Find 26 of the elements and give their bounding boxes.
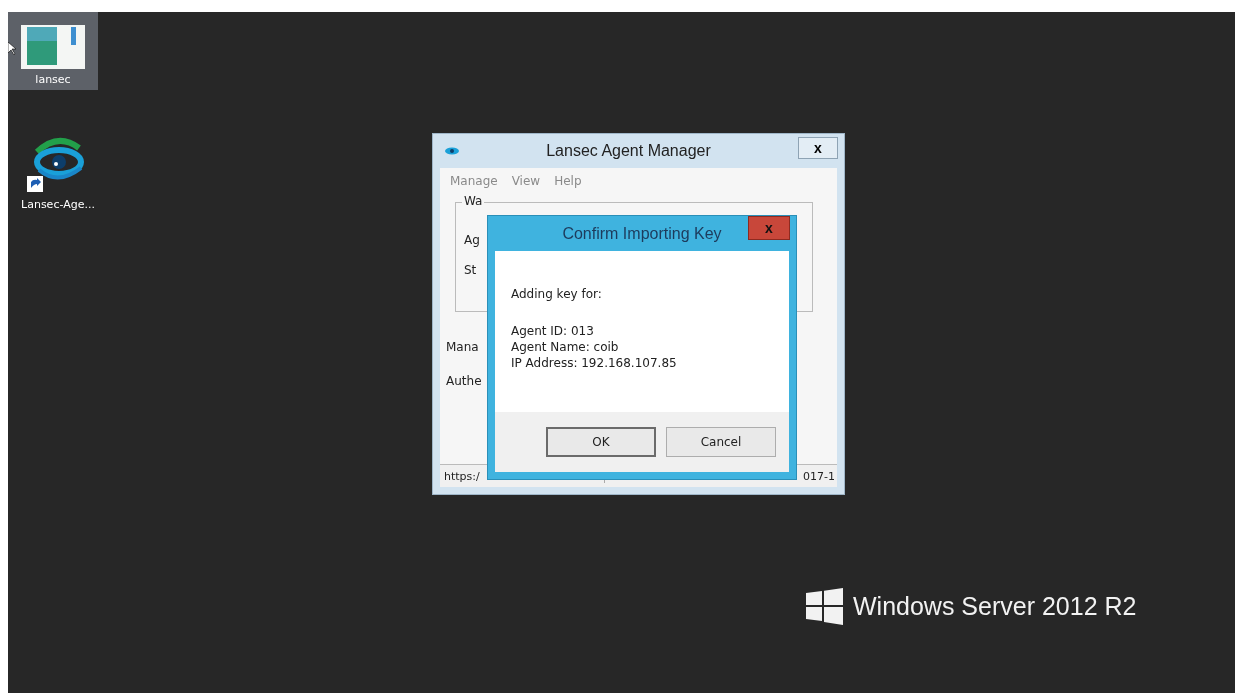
window-title: Lansec Agent Manager: [545, 142, 712, 160]
field-label: Mana: [446, 340, 479, 354]
detail-text: Agent ID: 013: [511, 323, 595, 339]
detail-text: Agent Name: coib: [511, 339, 620, 355]
detail-text: IP Address: 192.168.107.85: [511, 355, 678, 371]
close-button[interactable]: x: [798, 137, 838, 159]
menu-item[interactable]: View: [511, 174, 541, 188]
field-label: St: [464, 263, 477, 277]
dialog-button[interactable]: Cancel: [666, 427, 776, 457]
menu-item[interactable]: Help: [554, 174, 582, 188]
group-label: Wa: [462, 194, 485, 208]
field-label: Authe: [446, 374, 482, 388]
dialog-button[interactable]: OK: [546, 427, 656, 457]
eye-icon: [445, 147, 459, 155]
status-text: 017-1: [803, 469, 836, 483]
cursor-icon: [8, 42, 16, 56]
branding-text: Windows Server 2012 R2: [853, 592, 1137, 621]
document-icon: [21, 25, 85, 69]
close-button[interactable]: x: [748, 216, 790, 240]
dialog-title: Confirm Importing Key: [561, 224, 723, 243]
menu-item[interactable]: Manage: [450, 174, 498, 188]
message-text: Adding key for:: [511, 287, 603, 301]
desktop-icon[interactable]: Lansec-Age...: [8, 130, 108, 215]
windows-logo-icon: [806, 588, 843, 625]
field-label: Ag: [464, 233, 480, 247]
desktop-icon[interactable]: lansec: [8, 12, 98, 90]
